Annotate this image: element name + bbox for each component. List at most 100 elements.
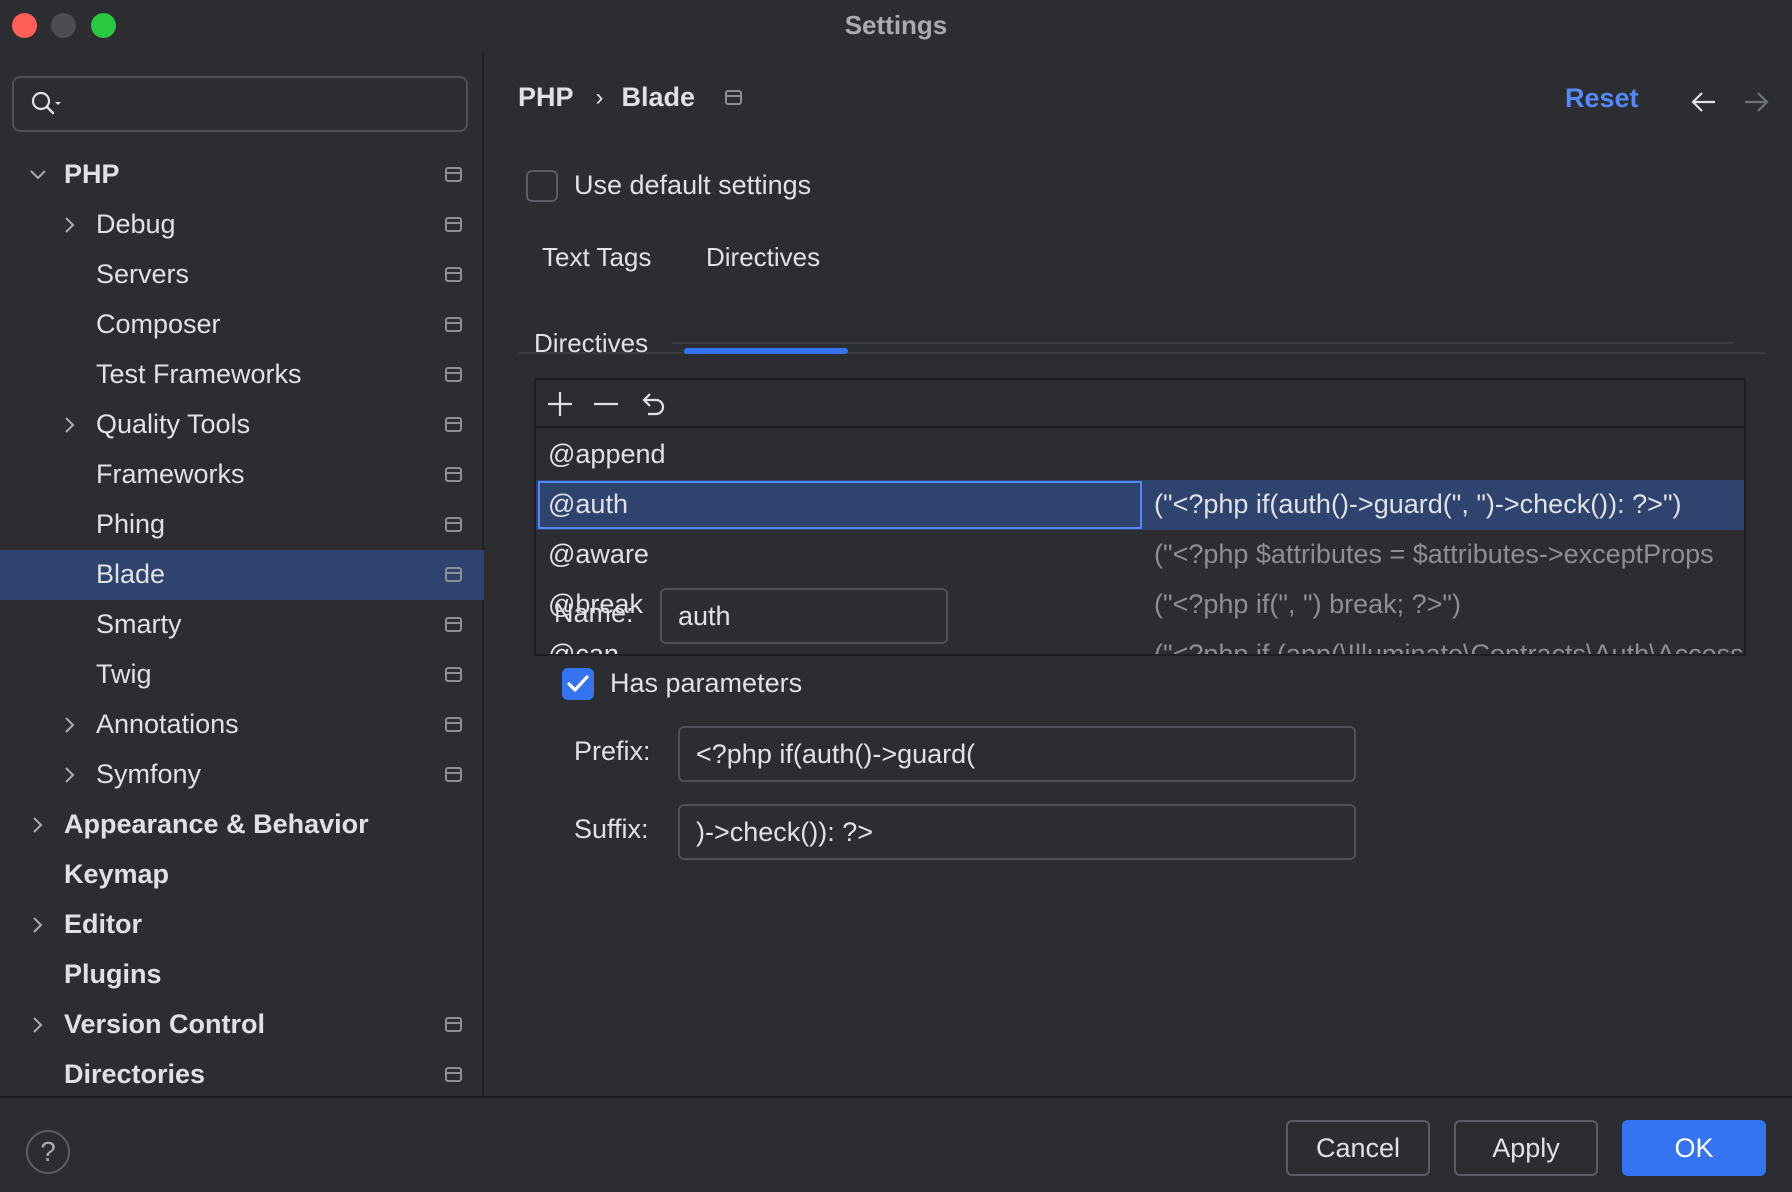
directive-name-cell: @auth [548,489,628,519]
project-scope-icon [445,767,462,782]
sidebar-item-directories[interactable]: Directories [0,1050,484,1100]
chevron-right-icon[interactable] [60,765,80,785]
project-scope-icon [445,667,462,682]
restore-button[interactable] [636,388,668,420]
tab-bar: Text Tags Directives [518,242,1766,354]
sidebar-item-label: Twig [96,659,152,689]
settings-sidebar: PHP Debug Servers Composer Test Frameworks Qu… [0,52,484,1096]
window-title: Settings [844,10,948,40]
directive-name-cell: @can [548,639,619,656]
chevron-right-icon[interactable] [60,415,80,435]
sidebar-item-annotations[interactable]: Annotations [0,700,484,750]
title-bar: Settings [0,0,1792,52]
directives-toolbar [536,380,1744,428]
ok-button[interactable]: OK [1622,1120,1766,1176]
sidebar-item-servers[interactable]: Servers [0,250,484,300]
project-scope-icon [445,567,462,582]
sidebar-item-label: Frameworks [96,459,245,489]
sidebar-item-test-frameworks[interactable]: Test Frameworks [0,350,484,400]
project-scope-icon [445,217,462,232]
sidebar-item-label: Phing [96,509,166,539]
project-scope-icon [445,417,462,432]
project-scope-icon [725,90,743,105]
sidebar-item-label: Quality Tools [96,409,251,439]
sidebar-item-debug[interactable]: Debug [0,200,484,250]
chevron-right-icon[interactable] [60,715,80,735]
directive-value-cell: ("<?php if(auth()->guard(", ")->check())… [1154,489,1682,519]
directive-name-cell: @append [548,439,666,469]
sidebar-item-appearance-behavior[interactable]: Appearance & Behavior [0,800,484,850]
project-scope-icon [445,267,462,282]
cancel-button[interactable]: Cancel [1286,1120,1430,1176]
plus-icon [548,392,572,416]
chevron-right-icon[interactable] [28,815,48,835]
sidebar-item-twig[interactable]: Twig [0,650,484,700]
sidebar-item-label: Annotations [96,709,239,739]
settings-content: PHP › Blade Reset Use default settings T… [486,52,1792,1096]
undo-icon [642,393,665,416]
minus-icon [594,402,618,406]
apply-button[interactable]: Apply [1454,1120,1598,1176]
sidebar-item-keymap[interactable]: Keymap [0,850,484,900]
use-default-settings-checkbox[interactable] [526,170,558,202]
sidebar-item-label: Editor [64,909,142,939]
search-icon [31,91,61,115]
chevron-right-icon[interactable] [28,915,48,935]
help-button[interactable]: ? [26,1130,70,1174]
name-input[interactable] [660,588,948,644]
name-label: Name: [554,598,634,628]
sidebar-item-quality-tools[interactable]: Quality Tools [0,400,484,450]
has-parameters-checkbox[interactable] [562,668,594,700]
project-scope-icon [445,467,462,482]
sidebar-item-composer[interactable]: Composer [0,300,484,350]
sidebar-item-label: Test Frameworks [96,359,302,389]
chevron-down-icon[interactable] [28,165,48,185]
chevron-right-icon[interactable] [60,215,80,235]
add-button[interactable] [544,388,576,420]
sidebar-item-phing[interactable]: Phing [0,500,484,550]
project-scope-icon [445,617,462,632]
sidebar-item-label: Plugins [64,959,162,989]
sidebar-item-plugins[interactable]: Plugins [0,950,484,1000]
chevron-right-icon[interactable] [28,1015,48,1035]
table-row[interactable]: @auth ("<?php if(auth()->guard(", ")->che… [536,480,1744,530]
sidebar-item-label: Servers [96,259,190,289]
breadcrumb-php[interactable]: PHP [518,82,574,113]
suffix-input[interactable] [678,804,1356,860]
project-scope-icon [445,317,462,332]
sidebar-item-php[interactable]: PHP [0,150,484,200]
tab-directives[interactable]: Directives [684,242,848,352]
directive-value-cell: ("<?php $attributes = $attributes->excep… [1154,539,1714,569]
settings-search-box[interactable] [12,76,468,132]
sidebar-item-editor[interactable]: Editor [0,900,484,950]
selected-cell-frame[interactable] [538,481,1142,529]
sidebar-item-label: Directories [64,1059,206,1089]
use-default-settings-label: Use default settings [574,170,812,200]
sidebar-item-label: Debug [96,209,176,239]
table-row[interactable]: @append [536,430,1744,480]
directive-value-cell: ("<?php if (app(\Illuminate\Contracts\Au… [1154,639,1744,656]
group-divider [672,342,1734,344]
sidebar-item-label: Version Control [64,1009,266,1039]
sidebar-item-label: Composer [96,309,221,339]
reset-link[interactable]: Reset [1565,83,1639,114]
sidebar-item-label: Blade [96,559,166,589]
directives-group-title: Directives [534,328,649,358]
project-scope-icon [445,167,462,182]
project-scope-icon [445,517,462,532]
sidebar-item-blade[interactable]: Blade [0,550,484,600]
forward-arrow-icon[interactable] [1742,90,1770,114]
checkmark-icon [567,675,589,692]
sidebar-item-smarty[interactable]: Smarty [0,600,484,650]
sidebar-item-version-control[interactable]: Version Control [0,1000,484,1050]
table-row[interactable]: @aware ("<?php $attributes = $attributes-… [536,530,1744,580]
settings-search-input[interactable] [74,86,454,122]
back-arrow-icon[interactable] [1690,90,1718,114]
sidebar-item-frameworks[interactable]: Frameworks [0,450,484,500]
remove-button[interactable] [590,388,622,420]
project-scope-icon [445,717,462,732]
dialog-footer: ? Cancel Apply OK [0,1096,1792,1192]
sidebar-item-symfony[interactable]: Symfony [0,750,484,800]
prefix-input[interactable] [678,726,1356,782]
prefix-label: Prefix: [574,736,651,766]
